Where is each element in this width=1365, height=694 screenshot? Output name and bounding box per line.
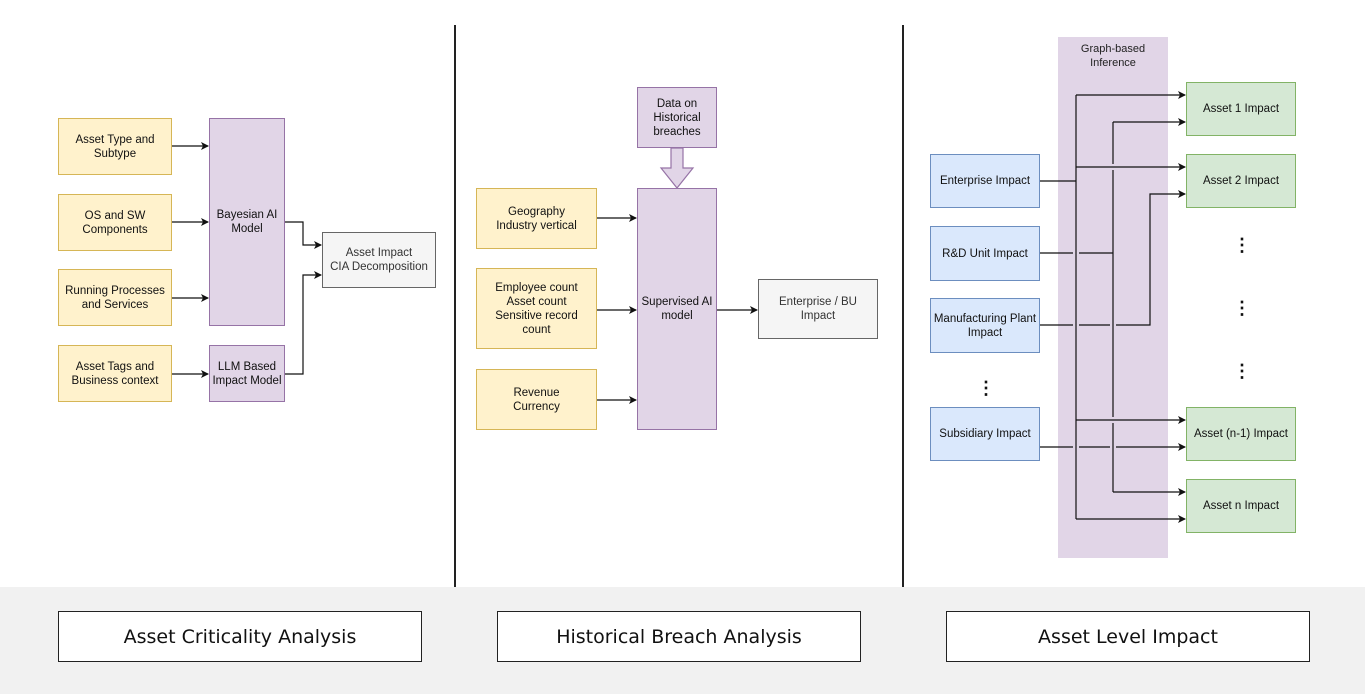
source-rnd: R&D Unit Impact	[930, 226, 1040, 281]
source-subsidiary: Subsidiary Impact	[930, 407, 1040, 461]
input-running-processes: Running Processes and Services	[58, 269, 172, 326]
input-asset-tags: Asset Tags and Business context	[58, 345, 172, 402]
historical-breach-analysis-label: Historical Breach Analysis	[497, 611, 861, 662]
historical-breaches-data: Data on Historical breaches	[637, 87, 717, 148]
source-manufacturing: Manufacturing Plant Impact	[930, 298, 1040, 353]
target-asset-n-1: Asset (n-1) Impact	[1186, 407, 1296, 461]
input-asset-type: Asset Type and Subtype	[58, 118, 172, 175]
asset-level-impact-label: Asset Level Impact	[946, 611, 1310, 662]
llm-model: LLM Based Impact Model	[209, 345, 285, 402]
target-asset-2: Asset 2 Impact	[1186, 154, 1296, 208]
asset-criticality-analysis-label: Asset Criticality Analysis	[58, 611, 422, 662]
input-geography: Geography Industry vertical	[476, 188, 597, 249]
ellipsis-icon: ⋮	[1233, 361, 1251, 381]
source-enterprise: Enterprise Impact	[930, 154, 1040, 208]
target-asset-n: Asset n Impact	[1186, 479, 1296, 533]
input-os-sw: OS and SW Components	[58, 194, 172, 251]
historical-data-arrow	[659, 147, 695, 189]
target-asset-1: Asset 1 Impact	[1186, 82, 1296, 136]
input-revenue: Revenue Currency	[476, 369, 597, 430]
enterprise-bu-impact: Enterprise / BU Impact	[758, 279, 878, 339]
arrow-bayesian-out	[285, 221, 322, 249]
input-employee-count: Employee count Asset count Sensitive rec…	[476, 268, 597, 349]
bayesian-model: Bayesian AI Model	[209, 118, 285, 326]
ellipsis-icon: ⋮	[1233, 235, 1251, 255]
ellipsis-icon: ⋮	[1233, 298, 1251, 318]
supervised-model: Supervised AI model	[637, 188, 717, 430]
asset-impact-output: Asset Impact CIA Decomposition	[322, 232, 436, 288]
ellipsis-icon: ⋮	[977, 378, 995, 398]
line-enterprise	[1040, 95, 1077, 519]
arrow-llm-out	[285, 271, 322, 375]
